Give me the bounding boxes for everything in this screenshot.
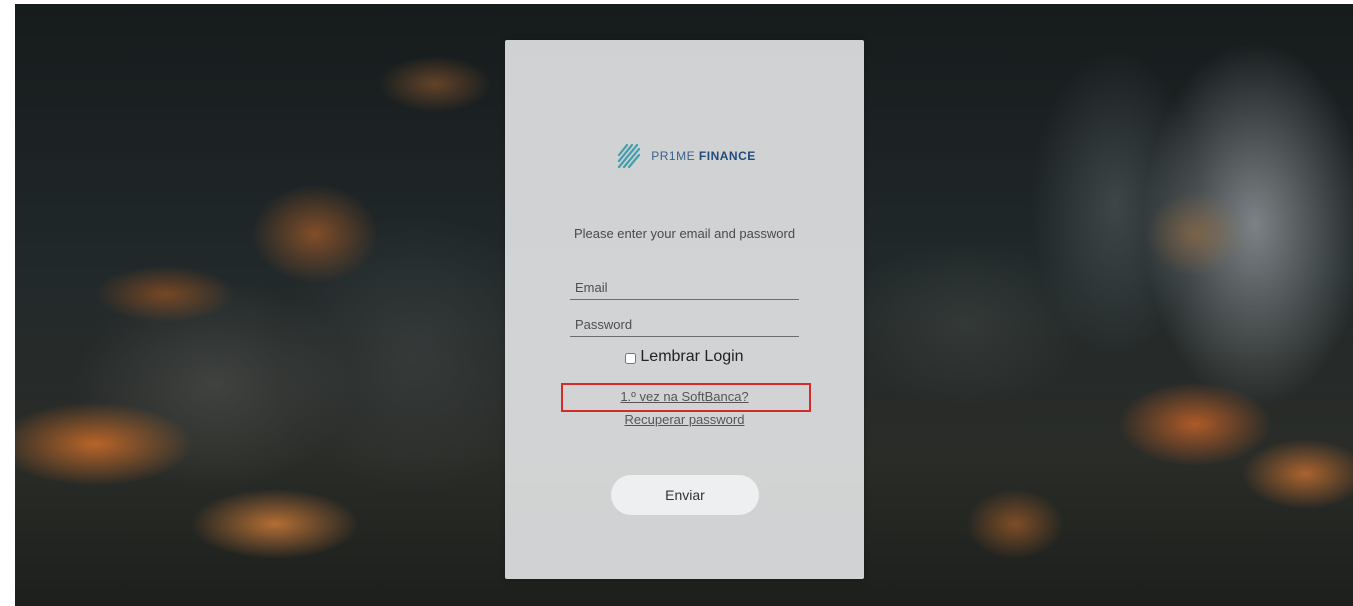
submit-button[interactable]: Enviar: [611, 475, 759, 515]
login-card: PR1ME FINANCE Please enter your email an…: [505, 40, 864, 579]
brand-name-bold: FINANCE: [698, 149, 756, 163]
prime-finance-logo-icon: [618, 143, 641, 169]
brand-name: PR1ME FINANCE: [651, 149, 756, 163]
remember-login-row: Lembrar Login: [505, 348, 864, 366]
recover-password-link[interactable]: Recuperar password: [505, 412, 864, 427]
remember-login-label[interactable]: Lembrar Login: [640, 348, 743, 366]
first-time-link[interactable]: 1.º vez na SoftBanca?: [505, 389, 864, 404]
password-field[interactable]: [570, 313, 799, 337]
brand-logo: PR1ME FINANCE: [505, 136, 864, 176]
email-field[interactable]: [570, 276, 799, 300]
login-instructions: Please enter your email and password: [573, 226, 796, 241]
brand-name-light: PR1ME: [651, 149, 696, 163]
remember-login-checkbox[interactable]: [625, 352, 637, 364]
